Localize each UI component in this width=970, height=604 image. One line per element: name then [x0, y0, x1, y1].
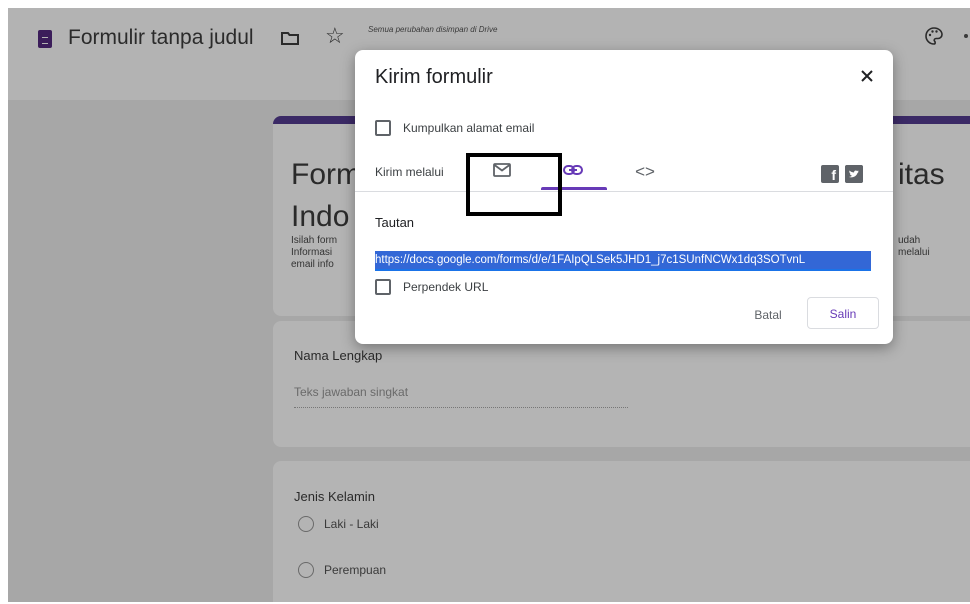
form-title[interactable]: Formulir tanpa judul — [68, 26, 254, 50]
facebook-icon[interactable]: f — [821, 165, 839, 183]
copy-button[interactable]: Salin — [807, 297, 879, 329]
radio-option[interactable]: Perempuan — [298, 562, 386, 578]
code-icon: <> — [635, 162, 655, 181]
send-form-dialog: Kirim formulir Kumpulkan alamat email Ki… — [355, 50, 893, 344]
dialog-title: Kirim formulir — [375, 66, 493, 88]
send-via-label: Kirim melalui — [375, 165, 444, 179]
star-icon[interactable]: ☆ — [325, 23, 345, 49]
close-icon[interactable] — [855, 64, 879, 88]
palette-icon[interactable] — [924, 26, 944, 46]
mail-icon — [493, 163, 511, 177]
link-icon — [563, 165, 583, 175]
form-description-right: udah melalui — [898, 235, 930, 258]
short-answer-field[interactable]: Teks jawaban singkat — [294, 385, 628, 408]
radio-circle-icon[interactable] — [298, 516, 314, 532]
form-description-left: Isilah form Informasi email info — [291, 235, 338, 270]
radio-option-label: Perempuan — [324, 563, 387, 577]
shorten-url-label: Perpendek URL — [403, 280, 489, 294]
shorten-url-checkbox[interactable] — [375, 279, 391, 295]
link-url-field[interactable] — [375, 251, 871, 271]
tab-embed[interactable]: <> — [625, 158, 665, 186]
tab-email[interactable] — [483, 154, 523, 186]
tab-link[interactable] — [541, 154, 607, 190]
more-icon[interactable] — [964, 34, 968, 38]
divider — [355, 191, 893, 192]
radio-option-label: Laki - Laki — [324, 517, 379, 531]
collect-email-label: Kumpulkan alamat email — [403, 121, 535, 135]
radio-option[interactable]: Laki - Laki — [298, 516, 379, 532]
active-tab-indicator — [541, 187, 607, 190]
collect-email-checkbox[interactable] — [375, 120, 391, 136]
save-status: Semua perubahan disimpan di Drive — [368, 25, 498, 34]
folder-icon[interactable] — [280, 28, 300, 48]
radio-circle-icon[interactable] — [298, 562, 314, 578]
form-heading-left: Form Indo — [291, 158, 361, 233]
docs-form-icon — [38, 30, 52, 48]
form-heading-right: itas — [898, 158, 945, 191]
question-title: Nama Lengkap — [294, 348, 383, 363]
link-label: Tautan — [375, 215, 415, 230]
cancel-button[interactable]: Batal — [735, 300, 801, 330]
twitter-icon[interactable] — [845, 165, 863, 183]
question-title: Jenis Kelamin — [294, 489, 375, 504]
